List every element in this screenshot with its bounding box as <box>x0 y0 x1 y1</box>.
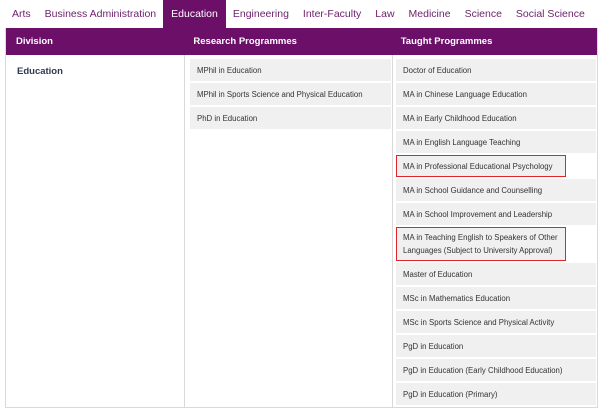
taught-programme-item[interactable]: MSc in Sports Science and Physical Activ… <box>396 311 596 333</box>
research-programme-item[interactable]: PhD in Education <box>190 107 391 129</box>
tab-education[interactable]: Education <box>163 0 226 28</box>
faculty-tabs: Arts Business Administration Education E… <box>0 0 600 28</box>
header-taught-programmes: Taught Programmes <box>400 36 493 47</box>
tab-law[interactable]: Law <box>368 0 401 28</box>
table-header: Division Research Programmes Taught Prog… <box>6 28 597 55</box>
tab-social-science[interactable]: Social Science <box>509 0 592 28</box>
taught-programme-item[interactable]: MA in School Guidance and Counselling <box>396 179 596 201</box>
tab-inter-faculty[interactable]: Inter-Faculty <box>296 0 368 28</box>
taught-programme-item[interactable]: PgD in Education (Early Childhood Educat… <box>396 359 596 381</box>
taught-programme-item[interactable]: MA in Chinese Language Education <box>396 83 596 105</box>
tab-business-administration[interactable]: Business Administration <box>38 0 163 28</box>
taught-programme-item[interactable]: PgD in Education (Primary) <box>396 383 596 405</box>
column-divider <box>392 55 393 407</box>
tab-arts[interactable]: Arts <box>0 0 38 28</box>
research-programmes-list: MPhil in Education MPhil in Sports Scien… <box>190 59 391 131</box>
taught-programme-item-highlighted[interactable]: MA in Teaching English to Speakers of Ot… <box>396 227 566 261</box>
taught-programme-item[interactable]: PgD in Education <box>396 335 596 357</box>
tab-science[interactable]: Science <box>458 0 509 28</box>
tab-engineering[interactable]: Engineering <box>226 0 296 28</box>
header-research-programmes: Research Programmes <box>193 36 297 47</box>
column-divider <box>184 55 185 407</box>
taught-programme-item[interactable]: MA in Early Childhood Education <box>396 107 596 129</box>
taught-programmes-list: Doctor of Education MA in Chinese Langua… <box>396 59 596 407</box>
research-programme-item[interactable]: MPhil in Sports Science and Physical Edu… <box>190 83 391 105</box>
taught-programme-item[interactable]: Master of Education <box>396 263 596 285</box>
taught-programme-item[interactable]: Doctor of Education <box>396 59 596 81</box>
taught-programme-item-highlighted[interactable]: MA in Professional Educational Psycholog… <box>396 155 566 177</box>
programmes-table: Division Research Programmes Taught Prog… <box>5 28 598 408</box>
research-programme-item[interactable]: MPhil in Education <box>190 59 391 81</box>
taught-programme-item[interactable]: MA in English Language Teaching <box>396 131 596 153</box>
header-division: Division <box>16 36 53 47</box>
division-name: Education <box>17 66 63 77</box>
tab-medicine[interactable]: Medicine <box>402 0 458 28</box>
taught-programme-item[interactable]: MA in School Improvement and Leadership <box>396 203 596 225</box>
taught-programme-item[interactable]: MSc in Mathematics Education <box>396 287 596 309</box>
